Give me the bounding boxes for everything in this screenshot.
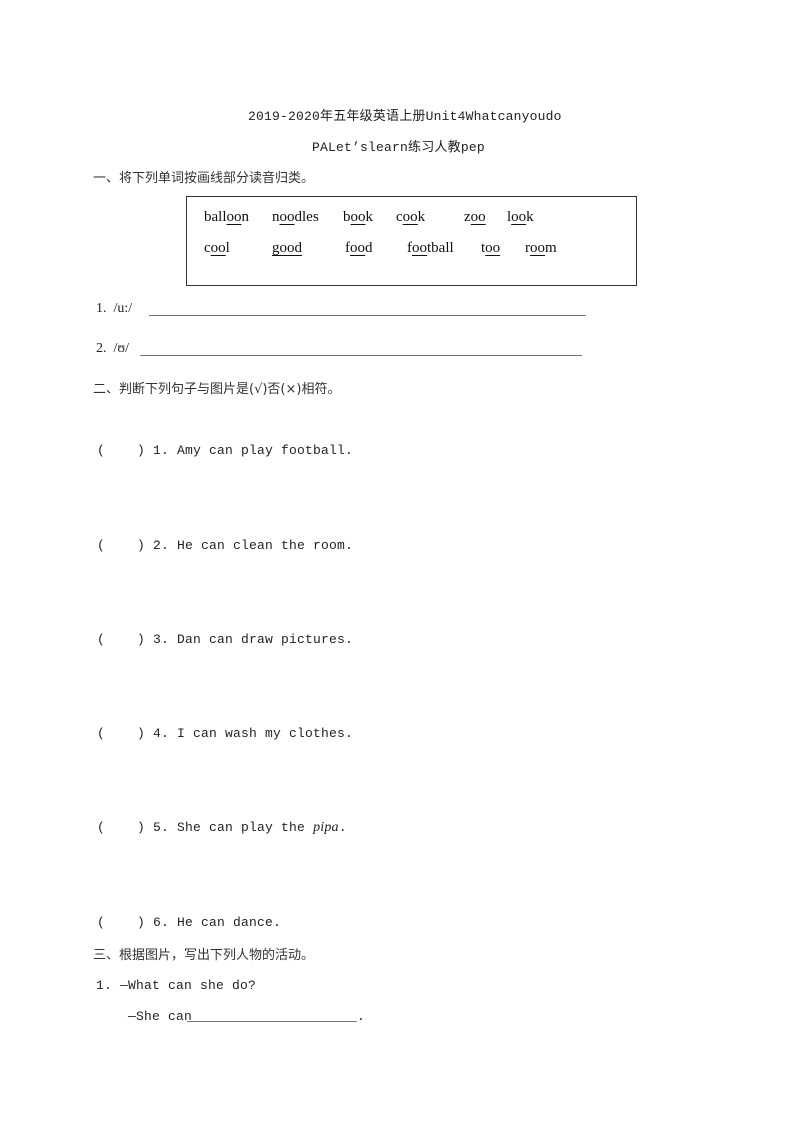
answer-paren[interactable]: ( ) <box>97 632 145 647</box>
section2-heading: 二、判断下列句子与图片是(√)否(×)相符。 <box>93 382 341 397</box>
word-cook: cook <box>396 209 426 225</box>
q1-answer-line[interactable] <box>187 1021 357 1022</box>
word-football: football <box>407 240 454 256</box>
q1-answer-suffix: . <box>357 1009 366 1024</box>
judge-item-2: ( ) 2. He can clean the room. <box>97 538 354 553</box>
word-room: room <box>525 240 557 256</box>
word-noodles: noodles <box>272 209 319 225</box>
answer-paren[interactable]: ( ) <box>97 726 145 741</box>
word-box: balloon noodles book cook zoo look cool … <box>186 196 637 286</box>
judge-item-4: ( ) 4. I can wash my clothes. <box>97 726 354 741</box>
q1-answer-prefix: —She can <box>128 1009 193 1024</box>
answer-paren[interactable]: ( ) <box>97 538 145 553</box>
judge-item-5: ( ) 5. She can play the pipa. <box>97 820 347 835</box>
answer-paren[interactable]: ( ) <box>97 915 145 930</box>
word-good: good <box>272 240 302 256</box>
section3-heading: 三、根据图片，写出下列人物的活动。 <box>93 948 315 963</box>
answer-label-2: 2. /ʊ/ <box>96 341 129 356</box>
section1-heading: 一、将下列单词按画线部分读音归类。 <box>93 171 315 186</box>
worksheet-title-line2: PALet’slearn练习人教pep <box>312 140 485 155</box>
judge-item-1: ( ) 1. Amy can play football. <box>97 443 354 458</box>
answer-paren[interactable]: ( ) <box>97 820 145 835</box>
answer-line-1[interactable] <box>149 315 586 316</box>
judge-item-6: ( ) 6. He can dance. <box>97 915 282 930</box>
word-balloon: balloon <box>204 209 249 225</box>
word-book: book <box>343 209 373 225</box>
answer-label-1: 1. /u:/ <box>96 301 133 316</box>
word-cool: cool <box>204 240 230 256</box>
word-too: too <box>481 240 501 256</box>
judge-item-3: ( ) 3. Dan can draw pictures. <box>97 632 354 647</box>
answer-line-2[interactable] <box>140 355 582 356</box>
q1-question: 1. —What can she do? <box>96 978 257 993</box>
word-zoo: zoo <box>464 209 486 225</box>
worksheet-title-line1: 2019-2020年五年级英语上册Unit4Whatcanyoudo <box>248 109 562 124</box>
word-food: food <box>345 240 373 256</box>
word-look: look <box>507 209 534 225</box>
answer-paren[interactable]: ( ) <box>97 443 145 458</box>
